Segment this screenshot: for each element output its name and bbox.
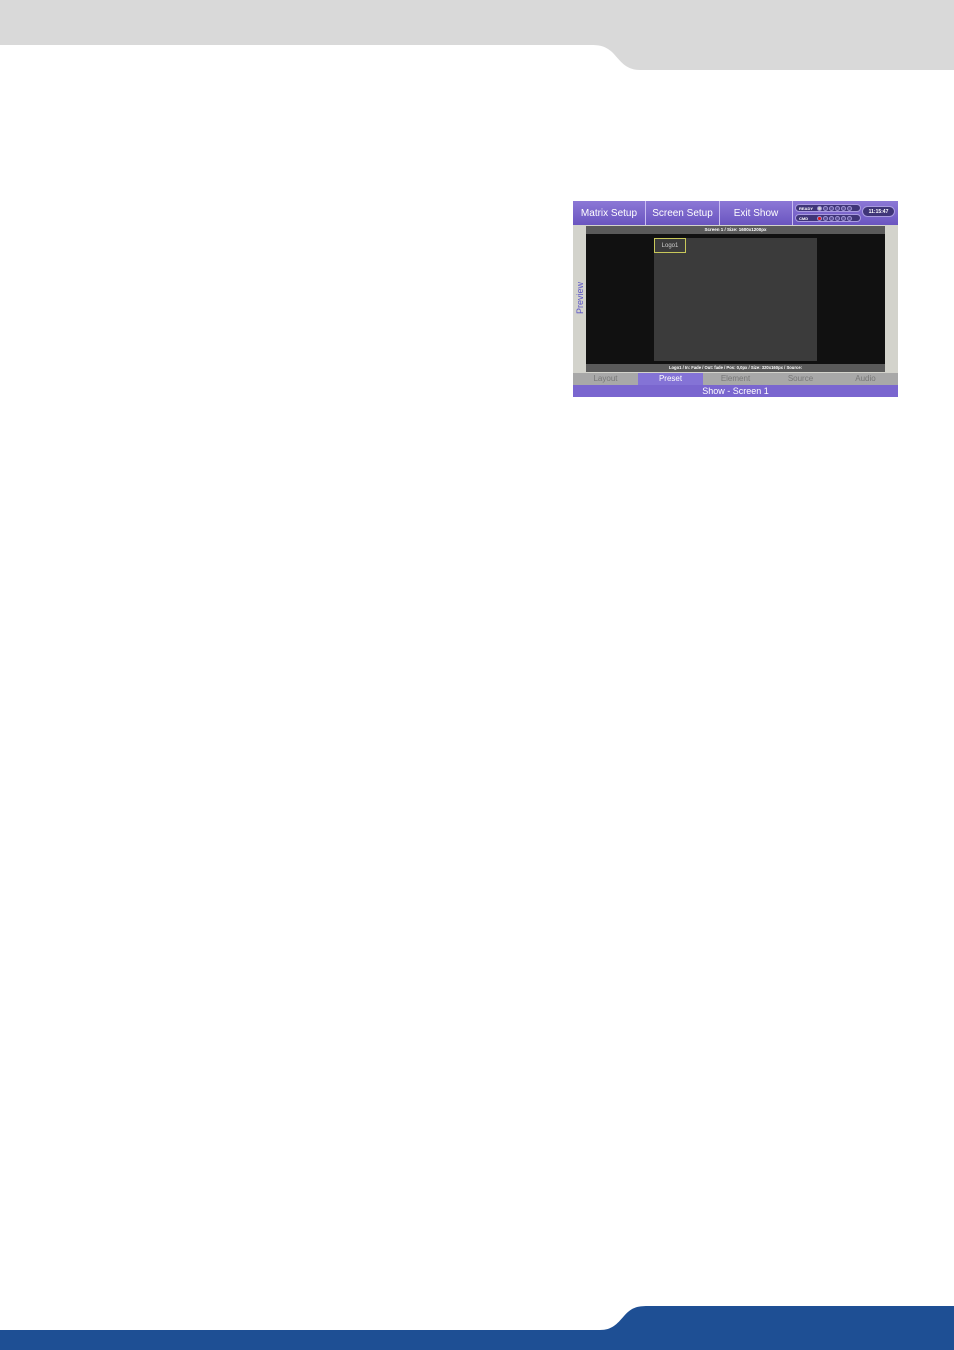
- element-info-bar: Logo1 / In: Fade / Out: fade / Pos: 0,0p…: [586, 364, 885, 372]
- cmd-label: CMD: [799, 215, 809, 221]
- status-led-icon: [847, 205, 852, 211]
- preview-side-panel: Preview: [573, 225, 586, 373]
- status-led-icon: [829, 205, 834, 211]
- ready-status: READY: [795, 204, 861, 212]
- clock-display: 11:15:47: [862, 206, 895, 217]
- tab-element[interactable]: Element: [703, 373, 768, 385]
- status-led-icon: [829, 215, 834, 221]
- tab-bar: Layout Preset Element Source Audio: [573, 373, 898, 385]
- status-led-icon: [847, 215, 852, 221]
- tab-audio[interactable]: Audio: [833, 373, 898, 385]
- page-header-band: [0, 0, 954, 70]
- status-led-icon: [841, 215, 846, 221]
- status-led-icon: [823, 215, 828, 221]
- page-footer-band: [0, 1306, 954, 1350]
- ready-label: READY: [799, 205, 814, 211]
- status-led-icon: [835, 205, 840, 211]
- matrix-setup-button[interactable]: Matrix Setup: [573, 201, 646, 225]
- tab-source[interactable]: Source: [768, 373, 833, 385]
- app-screenshot: Matrix Setup Screen Setup Exit Show READ…: [573, 201, 898, 397]
- show-title-bar: Show - Screen 1: [573, 385, 898, 397]
- screen-area[interactable]: Logo1: [654, 238, 817, 361]
- cmd-status: CMD: [795, 214, 861, 222]
- status-led-icon: [835, 215, 840, 221]
- logo-element[interactable]: Logo1: [654, 238, 686, 253]
- exit-show-button[interactable]: Exit Show: [720, 201, 793, 225]
- status-led-icon: [817, 205, 822, 211]
- status-led-icon: [823, 205, 828, 211]
- tab-preset[interactable]: Preset: [638, 373, 703, 385]
- status-led-icon: [817, 215, 822, 221]
- screen-setup-button[interactable]: Screen Setup: [646, 201, 720, 225]
- right-side-panel: [885, 225, 898, 373]
- canvas-header: Screen 1 / Size: 1600x1200px: [586, 226, 885, 234]
- status-led-icon: [841, 205, 846, 211]
- status-indicators: READY CMD 11:15:47: [795, 203, 896, 223]
- preview-label: Preview: [575, 282, 585, 315]
- preview-canvas: Screen 1 / Size: 1600x1200px Logo1 Logo1…: [586, 226, 885, 372]
- tab-layout[interactable]: Layout: [573, 373, 638, 385]
